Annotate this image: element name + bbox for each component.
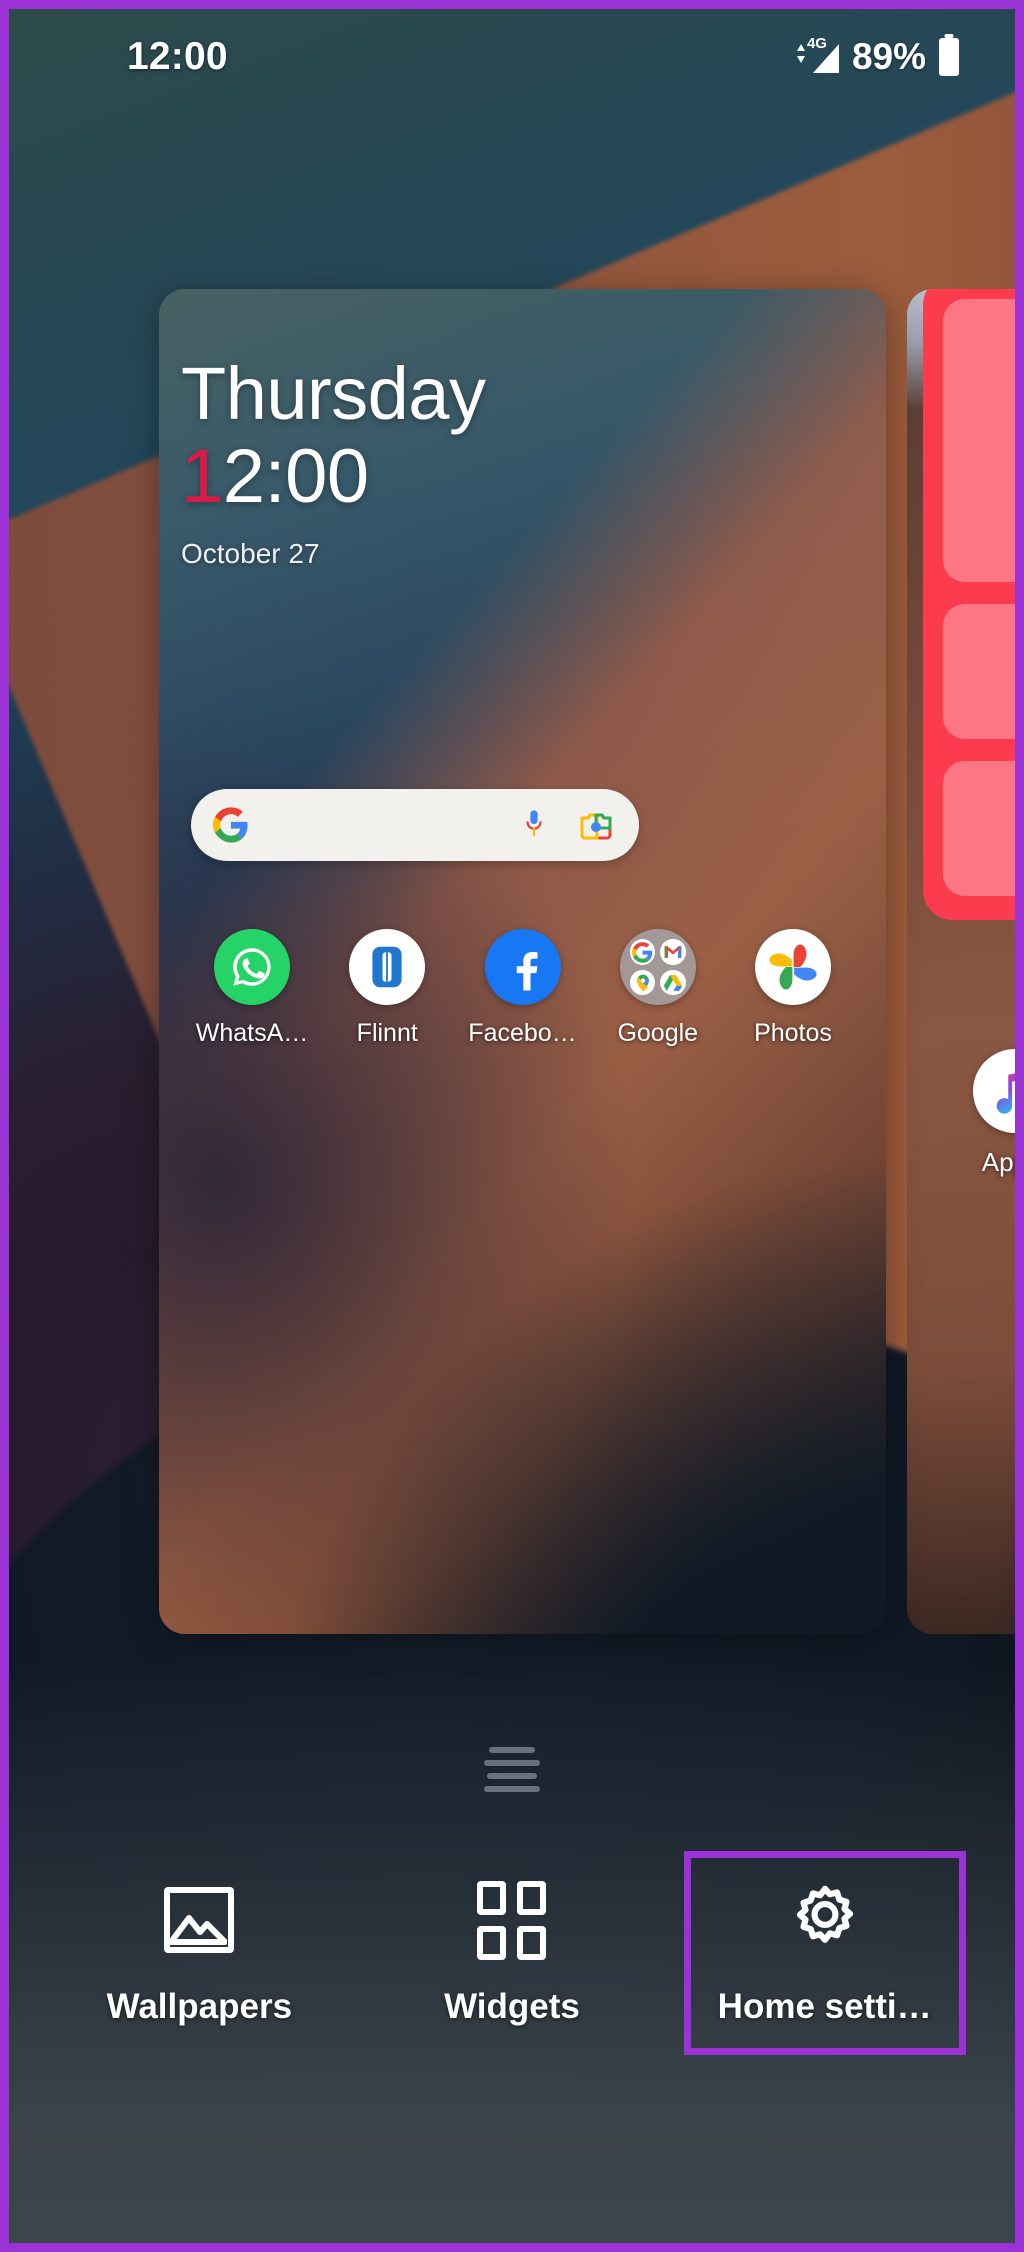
status-bar: 12:00 4G 89% bbox=[9, 9, 1015, 105]
home-screen-preview-card[interactable]: Thursday 12:00 October 27 WhatsA… Flinnt… bbox=[159, 289, 886, 1634]
status-bar-indicators: 4G 89% bbox=[796, 35, 959, 78]
app-label: WhatsA… bbox=[195, 1019, 309, 1047]
widget-time-rest: 2:00 bbox=[222, 434, 369, 519]
widget-date-label: October 27 bbox=[181, 537, 320, 569]
widgets-button[interactable]: Widgets bbox=[371, 1851, 653, 2055]
clock-widget[interactable]: Thursday 12:00 October 27 bbox=[181, 352, 486, 570]
widget-day-label: Thursday bbox=[181, 352, 486, 435]
wallpapers-button[interactable]: Wallpapers bbox=[58, 1851, 340, 2055]
app-label: Google bbox=[617, 1019, 699, 1047]
home-settings-button[interactable]: Home setti… bbox=[683, 1851, 966, 2055]
google-search-icon bbox=[629, 939, 656, 965]
microphone-icon[interactable] bbox=[523, 808, 545, 842]
gmail-icon bbox=[660, 939, 686, 965]
app-label: Photos bbox=[754, 1019, 832, 1047]
google-photos-icon bbox=[755, 929, 831, 1005]
app-row: WhatsA… Flinnt Facebo… Google Photos bbox=[177, 929, 868, 1048]
app-label: Flinnt bbox=[356, 1019, 418, 1047]
gear-settings-icon bbox=[786, 1879, 864, 1961]
widget-time-highlight: 1 bbox=[181, 434, 223, 519]
facebook-icon bbox=[484, 929, 561, 1005]
signal-4g-icon: 4G bbox=[796, 35, 839, 77]
widgets-grid-icon bbox=[477, 1879, 547, 1961]
battery-percent-label: 89% bbox=[851, 36, 926, 77]
drag-handle-icon[interactable] bbox=[9, 1747, 1015, 1792]
google-g-icon bbox=[213, 807, 249, 843]
whatsapp-icon bbox=[214, 929, 290, 1005]
widget-time-label: 12:00 bbox=[181, 431, 485, 524]
app-folder-google[interactable]: Google bbox=[599, 929, 717, 1048]
apple-music-icon bbox=[973, 1049, 1015, 1133]
google-search-bar[interactable] bbox=[191, 789, 639, 861]
google-drive-icon bbox=[660, 970, 686, 995]
next-home-screen-preview[interactable]: Apple bbox=[907, 289, 1015, 1634]
google-lens-camera-icon[interactable] bbox=[579, 809, 613, 841]
app-label: Facebo… bbox=[468, 1019, 577, 1047]
google-folder-icon bbox=[619, 929, 696, 1005]
app-whatsapp[interactable]: WhatsA… bbox=[193, 929, 311, 1048]
app-facebook[interactable]: Facebo… bbox=[464, 929, 582, 1048]
action-label: Home setti… bbox=[717, 1987, 932, 2026]
phone-screen-frame: 12:00 4G 89% Ap Thursday 12:00 October 2… bbox=[0, 0, 1024, 2252]
flinnt-icon bbox=[349, 929, 426, 1005]
google-maps-icon bbox=[629, 970, 656, 995]
status-bar-clock: 12:00 bbox=[127, 35, 228, 78]
app-flinnt[interactable]: Flinnt bbox=[328, 929, 446, 1048]
action-label: Wallpapers bbox=[106, 1987, 293, 2026]
app-photos[interactable]: Photos bbox=[734, 929, 852, 1048]
peek-music-widget[interactable] bbox=[923, 289, 1015, 920]
home-editor-action-bar: Wallpapers Widgets Home setti… bbox=[9, 1851, 1015, 2059]
peek-app-label: Apple bbox=[981, 1147, 1015, 1177]
battery-icon bbox=[939, 38, 959, 76]
peek-app-apple-music[interactable]: Apple bbox=[953, 1049, 1015, 1178]
action-label: Widgets bbox=[444, 1987, 580, 2026]
wallpaper-image-icon bbox=[164, 1879, 235, 1961]
